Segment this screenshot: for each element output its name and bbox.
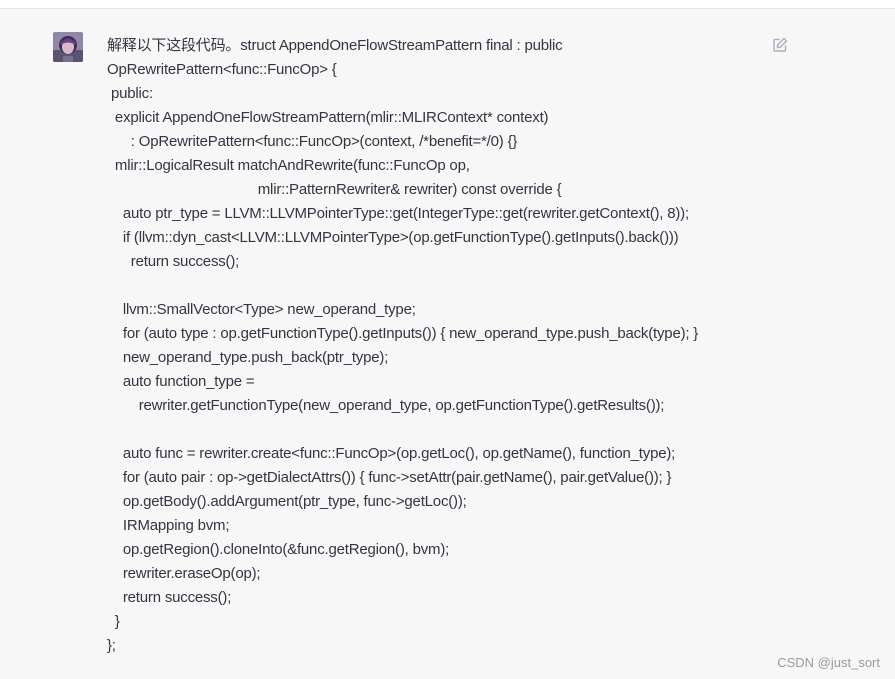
message-line: auto func = rewriter.create<func::FuncOp… bbox=[107, 445, 676, 462]
user-avatar bbox=[53, 32, 83, 62]
message-line: public: bbox=[107, 85, 153, 102]
message-line: auto ptr_type = LLVM::LLVMPointerType::g… bbox=[107, 205, 689, 222]
message-line: rewriter.getFunctionType(new_operand_typ… bbox=[107, 397, 665, 414]
message-line: llvm::SmallVector<Type> new_operand_type… bbox=[107, 301, 416, 318]
message-line bbox=[107, 274, 767, 298]
message-line: : OpRewritePattern<func::FuncOp>(context… bbox=[107, 133, 518, 150]
message-line: mlir::LogicalResult matchAndRewrite(func… bbox=[107, 157, 470, 174]
message-line: } bbox=[107, 613, 120, 630]
user-message: 解释以下这段代码。struct AppendOneFlowStreamPatte… bbox=[0, 9, 895, 679]
message-line: OpRewritePattern<func::FuncOp> { bbox=[107, 61, 337, 78]
message-line: for (auto pair : op->getDialectAttrs()) … bbox=[107, 469, 672, 486]
message-line: }; bbox=[107, 637, 116, 654]
message-line: rewriter.eraseOp(op); bbox=[107, 565, 261, 582]
message-line: op.getBody().addArgument(ptr_type, func-… bbox=[107, 493, 467, 510]
edit-icon[interactable] bbox=[772, 37, 788, 53]
watermark: CSDN @just_sort bbox=[777, 655, 880, 670]
message-line: if (llvm::dyn_cast<LLVM::LLVMPointerType… bbox=[107, 229, 679, 246]
message-line: for (auto type : op.getFunctionType().ge… bbox=[107, 325, 699, 342]
message-line: return success(); bbox=[107, 589, 232, 606]
message-line: return success(); bbox=[107, 253, 240, 270]
message-line: IRMapping bvm; bbox=[107, 517, 230, 534]
top-divider bbox=[0, 0, 895, 9]
message-line bbox=[107, 418, 767, 442]
message-line: op.getRegion().cloneInto(&func.getRegion… bbox=[107, 541, 450, 558]
message-line: mlir::PatternRewriter& rewriter) const o… bbox=[107, 181, 562, 198]
message-line: auto function_type = bbox=[107, 373, 255, 390]
message-line: new_operand_type.push_back(ptr_type); bbox=[107, 349, 389, 366]
message-line: explicit AppendOneFlowStreamPattern(mlir… bbox=[107, 109, 549, 126]
message-line: 解释以下这段代码。struct AppendOneFlowStreamPatte… bbox=[107, 37, 563, 54]
message-text: 解释以下这段代码。struct AppendOneFlowStreamPatte… bbox=[107, 34, 767, 658]
